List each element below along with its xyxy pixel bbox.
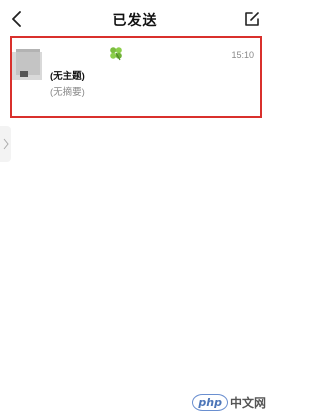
watermark: php 中文网 xyxy=(192,391,266,413)
avatar xyxy=(12,49,44,81)
watermark-badge: php xyxy=(192,393,228,411)
edit-icon xyxy=(245,12,259,26)
top-bar: 已发送 xyxy=(0,0,270,40)
mail-time: 15:10 xyxy=(231,50,254,60)
watermark-text: 中文网 xyxy=(229,395,266,410)
chevron-right-icon xyxy=(3,138,9,150)
clover-icon xyxy=(108,45,124,61)
mail-list-item[interactable]: 15:10 (无主题) (无摘要) xyxy=(10,36,262,118)
mail-subject: (无主题) xyxy=(50,71,85,82)
page-title: 已发送 xyxy=(112,12,158,28)
mail-summary: (无摘要) xyxy=(50,87,85,98)
side-drawer-handle[interactable] xyxy=(0,126,11,162)
compose-button[interactable] xyxy=(243,10,261,28)
